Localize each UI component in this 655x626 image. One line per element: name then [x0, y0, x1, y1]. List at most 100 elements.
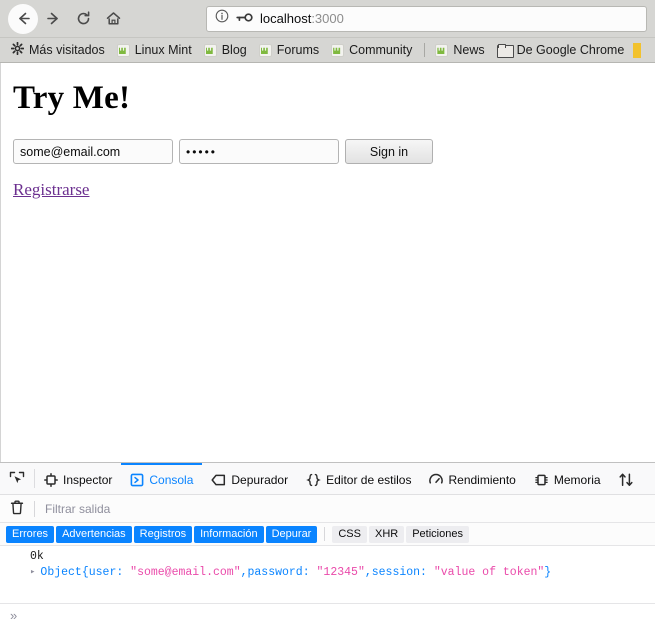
tab-label: Depurador	[231, 472, 289, 487]
devtools-tabbar: Inspector Consola Depurador Editor de es…	[0, 463, 655, 495]
url-bar[interactable]: localhost:3000	[206, 5, 647, 32]
bookmark-label: De Google Chrome	[516, 43, 625, 57]
bookmark-label: Community	[349, 43, 413, 57]
tab-consola[interactable]: Consola	[121, 463, 203, 494]
info-circle-icon[interactable]	[215, 9, 229, 28]
linux-mint-icon	[116, 43, 130, 57]
tab-label: Consola	[149, 472, 194, 487]
tab-editor-de-estilos[interactable]: Editor de estilos	[297, 463, 420, 494]
bookmarks-bar: Más visitados Linux Mint Blog Forums Com…	[0, 38, 655, 63]
bookmark-linux-mint[interactable]: Linux Mint	[112, 42, 199, 58]
object-key-password: password:	[247, 565, 310, 579]
folder-icon	[496, 44, 514, 58]
tab-label: Inspector	[63, 472, 113, 487]
bookmark-news[interactable]: News	[430, 42, 491, 58]
bookmark-folder-de-google-chrome[interactable]: De Google Chrome	[492, 42, 632, 58]
url-host: localhost	[260, 11, 312, 26]
home-button[interactable]	[98, 4, 128, 34]
page-title: Try Me!	[13, 80, 131, 116]
tab-depurador[interactable]: Depurador	[202, 463, 297, 494]
tab-label: Editor de estilos	[326, 472, 412, 487]
element-picker-icon[interactable]	[0, 463, 34, 494]
debugger-icon	[211, 473, 226, 487]
chip-css[interactable]: CSS	[332, 525, 367, 543]
page-content: Try Me! Sign in Registrarse	[0, 63, 655, 462]
tab-red[interactable]	[610, 463, 642, 494]
bookmark-label: Linux Mint	[134, 43, 192, 57]
chip-peticiones[interactable]: Peticiones	[406, 525, 469, 543]
console-output: 0k ▸ Object { user: "some@email.com" , p…	[0, 546, 655, 603]
bookmark-community[interactable]: Community	[326, 42, 419, 58]
bookmark-label: News	[453, 43, 485, 57]
forward-button[interactable]	[38, 4, 68, 34]
bookmark-separator	[424, 43, 426, 57]
bookmark-label: Más visitados	[29, 43, 105, 57]
bookmark-overflow-icon[interactable]	[633, 42, 642, 58]
browser-window: localhost:3000 Más visitados Linux Mint …	[0, 0, 655, 626]
object-type-label: Object	[40, 565, 82, 579]
memory-icon	[534, 473, 549, 487]
bookmark-label: Forums	[276, 43, 320, 57]
sign-in-button[interactable]: Sign in	[345, 139, 433, 164]
chip-separator	[324, 527, 326, 541]
object-key-user: user:	[88, 565, 124, 579]
url-port: :3000	[311, 11, 344, 26]
linux-mint-icon	[435, 43, 449, 57]
browser-toolbar: localhost:3000	[0, 0, 655, 38]
back-button[interactable]	[8, 3, 38, 34]
reload-icon	[75, 10, 92, 27]
gear-icon	[10, 41, 25, 58]
login-form: Sign in	[13, 139, 655, 164]
devtools-filter-bar	[0, 495, 655, 523]
object-value-password: "12345"	[316, 565, 365, 579]
object-close-brace: }	[544, 565, 552, 579]
arrow-right-icon	[45, 10, 62, 27]
object-sep-2: ,	[364, 565, 372, 579]
register-link[interactable]: Registrarse	[13, 180, 89, 200]
bookmark-forums[interactable]: Forums	[254, 42, 326, 58]
object-value-user: "some@email.com"	[130, 565, 241, 579]
tab-rendimiento[interactable]: Rendimiento	[420, 463, 524, 494]
chip-advertencias[interactable]: Advertencias	[56, 525, 132, 543]
console-filter-chips: Errores Advertencias Registros Informaci…	[0, 523, 655, 546]
console-filter-input[interactable]	[35, 500, 655, 517]
object-open-brace: {	[81, 565, 89, 579]
url-text: localhost:3000	[260, 11, 344, 26]
trash-icon	[10, 500, 24, 518]
console-log-row: 0k	[30, 549, 44, 563]
chevron-right-icon[interactable]: ▸	[30, 567, 35, 577]
network-icon	[618, 472, 634, 487]
reload-button[interactable]	[68, 4, 98, 34]
chip-errores[interactable]: Errores	[6, 525, 55, 543]
tab-inspector[interactable]: Inspector	[35, 463, 121, 494]
linux-mint-icon	[331, 43, 345, 57]
arrow-left-icon	[15, 10, 32, 27]
chip-xhr[interactable]: XHR	[368, 525, 405, 543]
tab-label: Memoria	[553, 472, 601, 487]
devtools-panel: Inspector Consola Depurador Editor de es…	[0, 462, 655, 626]
console-icon	[130, 473, 144, 487]
style-editor-icon	[306, 473, 321, 487]
console-object-row[interactable]: ▸ Object { user: "some@email.com" , pass…	[0, 564, 655, 580]
object-sep-1: ,	[240, 565, 248, 579]
email-input[interactable]	[13, 139, 173, 164]
double-chevron-icon: »	[10, 607, 18, 623]
object-key-session: session:	[371, 565, 427, 579]
console-prompt[interactable]: »	[0, 603, 655, 626]
chip-depurar[interactable]: Depurar	[265, 525, 318, 543]
bookmark-mas-visitados[interactable]: Más visitados	[6, 41, 112, 59]
tab-label: Rendimiento	[448, 472, 516, 487]
linux-mint-icon	[258, 43, 272, 57]
chip-registros[interactable]: Registros	[133, 525, 193, 543]
clear-console-button[interactable]	[0, 500, 34, 518]
key-icon[interactable]	[236, 10, 253, 28]
inspector-icon	[44, 472, 58, 487]
linux-mint-icon	[203, 43, 217, 57]
chip-informacion[interactable]: Información	[194, 525, 264, 543]
console-prompt-input[interactable]	[17, 607, 655, 623]
performance-icon	[429, 473, 444, 487]
tab-memoria[interactable]: Memoria	[525, 463, 610, 494]
password-input[interactable]	[179, 139, 339, 164]
bookmark-blog[interactable]: Blog	[199, 42, 254, 58]
home-icon	[105, 10, 122, 27]
